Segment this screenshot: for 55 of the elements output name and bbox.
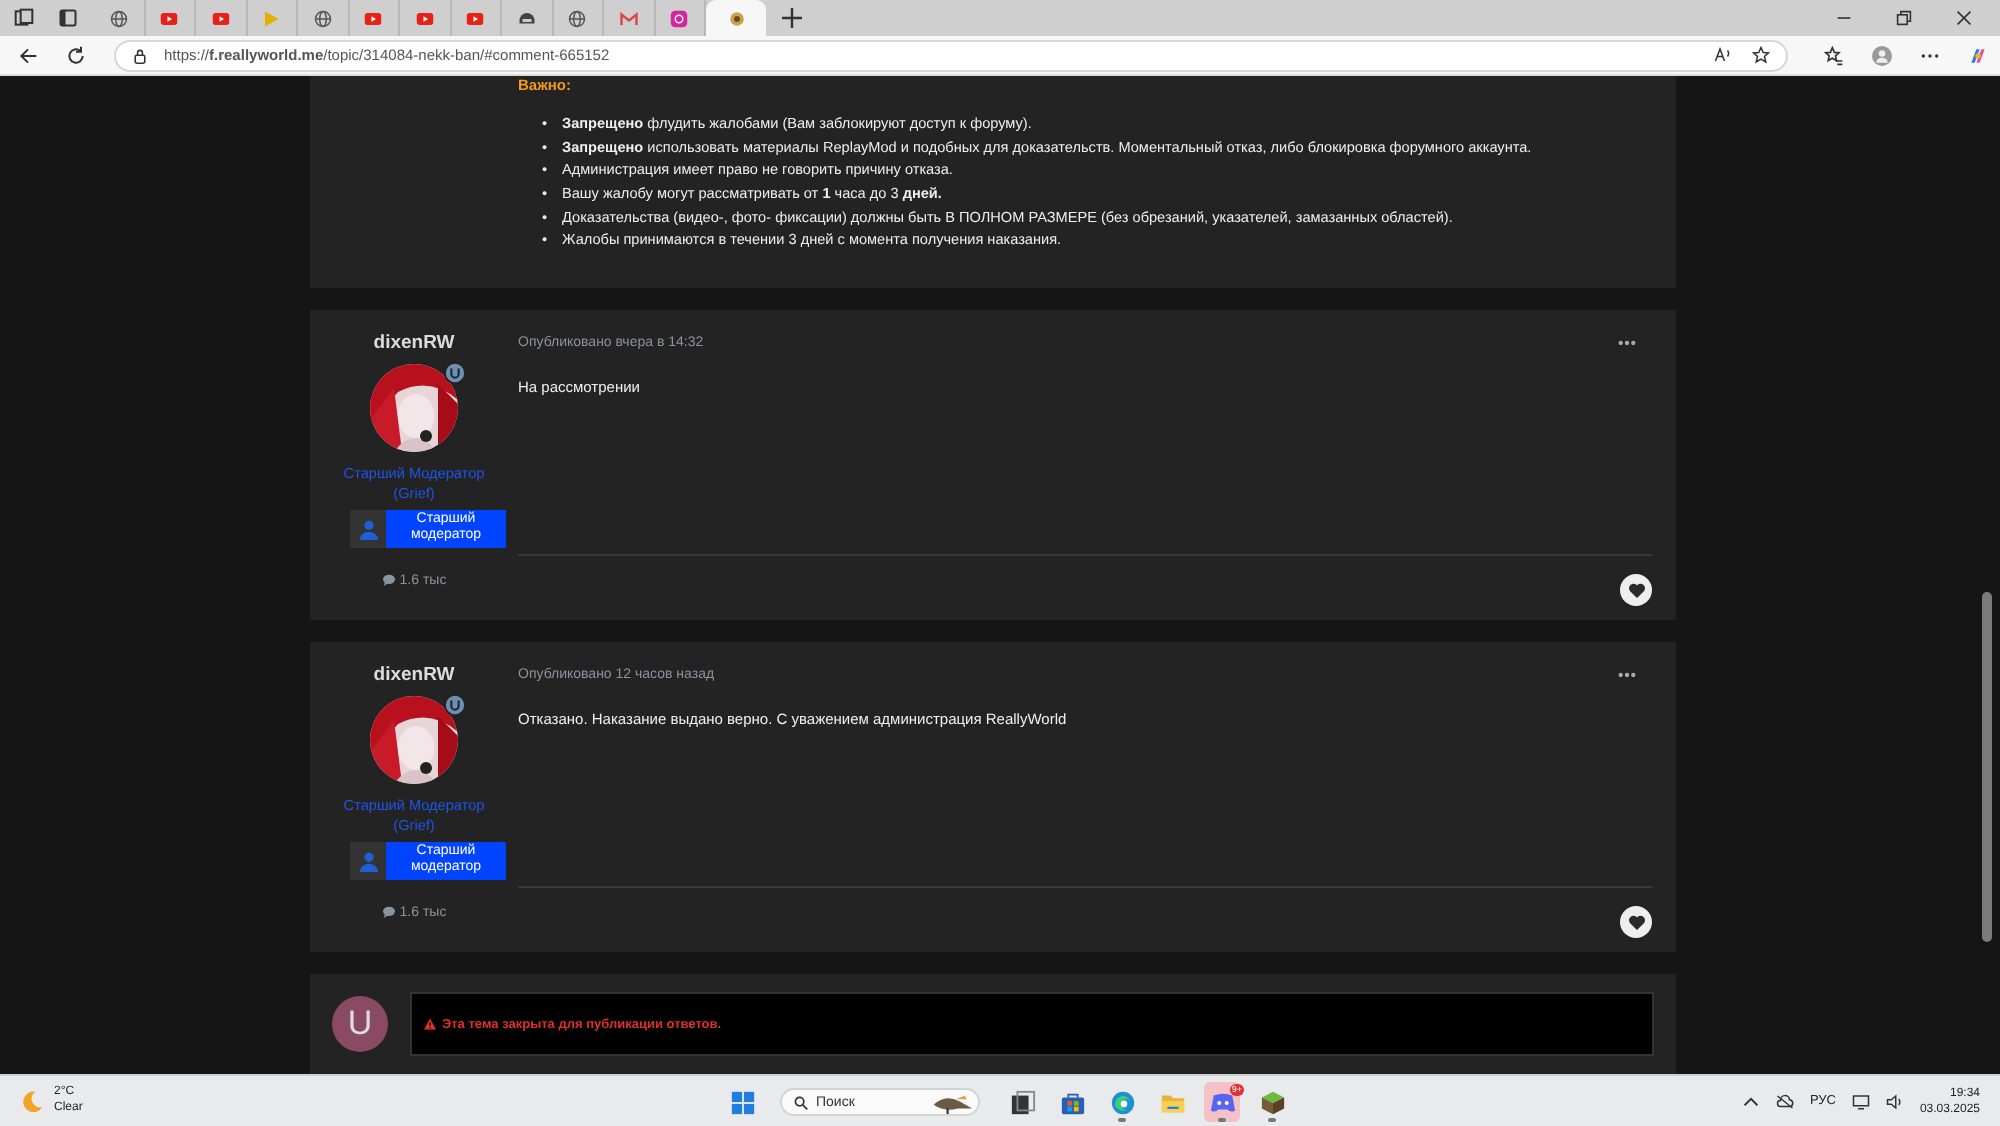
restore-icon[interactable] bbox=[1896, 10, 1912, 26]
speech-bubble-icon bbox=[381, 574, 396, 587]
warning-icon bbox=[424, 1018, 436, 1031]
search-icon bbox=[794, 1095, 808, 1109]
swirl-icon bbox=[1109, 1089, 1135, 1115]
chevron-up-icon[interactable] bbox=[1741, 1093, 1760, 1109]
globe-icon bbox=[568, 9, 587, 27]
copilot-icon[interactable] bbox=[1968, 45, 1988, 65]
workspaces-icon[interactable] bbox=[14, 8, 34, 28]
close-icon[interactable] bbox=[1956, 10, 1972, 26]
game-controller-icon bbox=[1209, 1089, 1235, 1115]
monitor-icon[interactable] bbox=[1851, 1093, 1870, 1109]
camera-icon bbox=[670, 9, 689, 27]
user-icon bbox=[357, 517, 379, 540]
favorites-icon[interactable] bbox=[1824, 45, 1844, 65]
moon-icon bbox=[20, 1089, 44, 1113]
speech-bubble-icon bbox=[381, 906, 396, 919]
more-icon[interactable] bbox=[1618, 671, 1636, 678]
tab-actions-icon[interactable] bbox=[58, 8, 78, 28]
lock-icon bbox=[132, 47, 148, 63]
site-icon bbox=[727, 9, 745, 27]
profile-icon[interactable] bbox=[1872, 45, 1892, 65]
mail-icon bbox=[619, 9, 638, 27]
video-play-icon bbox=[160, 9, 179, 27]
shopping-bag-icon bbox=[1059, 1089, 1085, 1115]
author-name[interactable]: dixenRW bbox=[373, 331, 455, 354]
heart-icon bbox=[1627, 914, 1645, 931]
back-icon[interactable] bbox=[18, 45, 38, 65]
globe-icon bbox=[313, 9, 332, 27]
author-name[interactable]: dixenRW bbox=[373, 663, 455, 686]
speaker-icon[interactable] bbox=[1885, 1093, 1904, 1109]
globe-icon bbox=[109, 9, 128, 27]
windows-stack-icon bbox=[1009, 1089, 1035, 1115]
play-icon bbox=[262, 9, 281, 27]
start-icon[interactable] bbox=[730, 1089, 756, 1115]
user-avatar: U bbox=[332, 996, 388, 1053]
helmet-icon bbox=[517, 9, 536, 27]
video-play-icon bbox=[466, 9, 485, 27]
bird-icon bbox=[930, 1091, 974, 1113]
refresh-icon[interactable] bbox=[66, 45, 86, 65]
video-play-icon bbox=[415, 9, 434, 27]
video-play-icon bbox=[364, 9, 383, 27]
shield-badge-icon bbox=[444, 361, 466, 384]
cube-icon bbox=[1259, 1089, 1285, 1115]
more-icon[interactable] bbox=[1618, 339, 1636, 346]
star-icon[interactable] bbox=[1752, 46, 1770, 64]
heart-icon bbox=[1627, 581, 1645, 598]
video-play-icon bbox=[211, 9, 230, 27]
cloud-off-icon[interactable] bbox=[1775, 1093, 1794, 1109]
like-button[interactable] bbox=[1620, 906, 1652, 939]
user-icon bbox=[357, 849, 379, 872]
new-tab-icon[interactable] bbox=[778, 4, 806, 32]
read-aloud-icon[interactable] bbox=[1714, 46, 1732, 64]
shield-badge-icon bbox=[444, 693, 466, 716]
like-button[interactable] bbox=[1620, 573, 1652, 606]
